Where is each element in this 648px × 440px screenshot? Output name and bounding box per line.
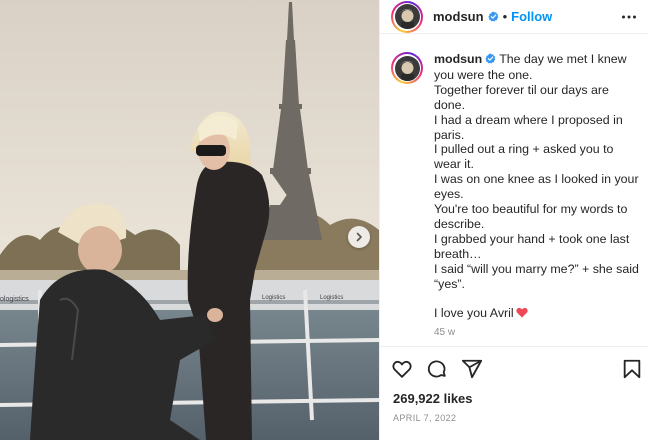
follow-button[interactable]: Follow <box>511 9 552 24</box>
caption-line: I had a dream where I proposed in paris. <box>434 112 627 142</box>
caption-line: I was on one knee as I looked in your ey… <box>434 172 643 202</box>
post-photo[interactable]: ologistics Logistics Logistics <box>0 0 379 440</box>
post-actions <box>391 358 641 382</box>
verified-badge-icon <box>485 53 496 68</box>
caption-line: You're too beautiful for my words to des… <box>434 202 631 231</box>
comment-icon[interactable] <box>426 358 448 380</box>
caption-avatar[interactable] <box>391 52 423 84</box>
caption-line: I pulled out a ring + asked you to wear … <box>434 142 617 172</box>
chevron-right-icon <box>356 232 362 242</box>
verified-badge-icon <box>487 11 499 22</box>
header-username[interactable]: modsun <box>433 9 484 24</box>
heart-icon[interactable] <box>391 358 413 380</box>
time-ago[interactable]: 45 w <box>434 326 639 341</box>
actions-divider <box>380 346 648 347</box>
post-details-panel: modsun • Follow modsun The day we met I … <box>379 0 648 440</box>
boat-sign-left: ologistics <box>0 296 29 303</box>
boat-sign-mid: Logistics <box>262 295 285 301</box>
caption-closing-text: I love you Avril <box>434 306 514 321</box>
share-icon[interactable] <box>461 358 483 380</box>
avatar-image <box>394 4 420 29</box>
proposal-photo: ologistics Logistics Logistics <box>0 0 379 440</box>
caption-first-line: modsun The day we met I knew you were the… <box>434 52 639 83</box>
caption-line: Together forever til our days are done. <box>434 82 613 112</box>
caption-username[interactable]: modsun <box>434 52 482 66</box>
avatar[interactable] <box>391 0 423 33</box>
likes-count[interactable]: 269,922 likes <box>393 391 473 406</box>
caption-line: I grabbed your hand + took one last brea… <box>434 231 633 261</box>
header-separator: • <box>502 9 508 24</box>
post-header: modsun • Follow <box>380 0 648 34</box>
red-heart-emoji-icon <box>516 307 528 322</box>
caption-line: I said “will you marry me?” + she said “… <box>434 261 643 291</box>
carousel-next-button[interactable] <box>348 226 370 248</box>
caption-closing-line: I love you Avril <box>434 306 639 322</box>
caption-body: modsun The day we met I knew you were the… <box>434 52 639 341</box>
bookmark-icon[interactable] <box>621 358 643 380</box>
avatar-image <box>394 55 420 81</box>
post-date[interactable]: APRIL 7, 2022 <box>393 413 456 423</box>
boat-sign-right: Logistics <box>320 295 343 301</box>
more-options-icon[interactable] <box>621 9 637 25</box>
post-caption: modsun The day we met I knew you were the… <box>391 52 641 341</box>
